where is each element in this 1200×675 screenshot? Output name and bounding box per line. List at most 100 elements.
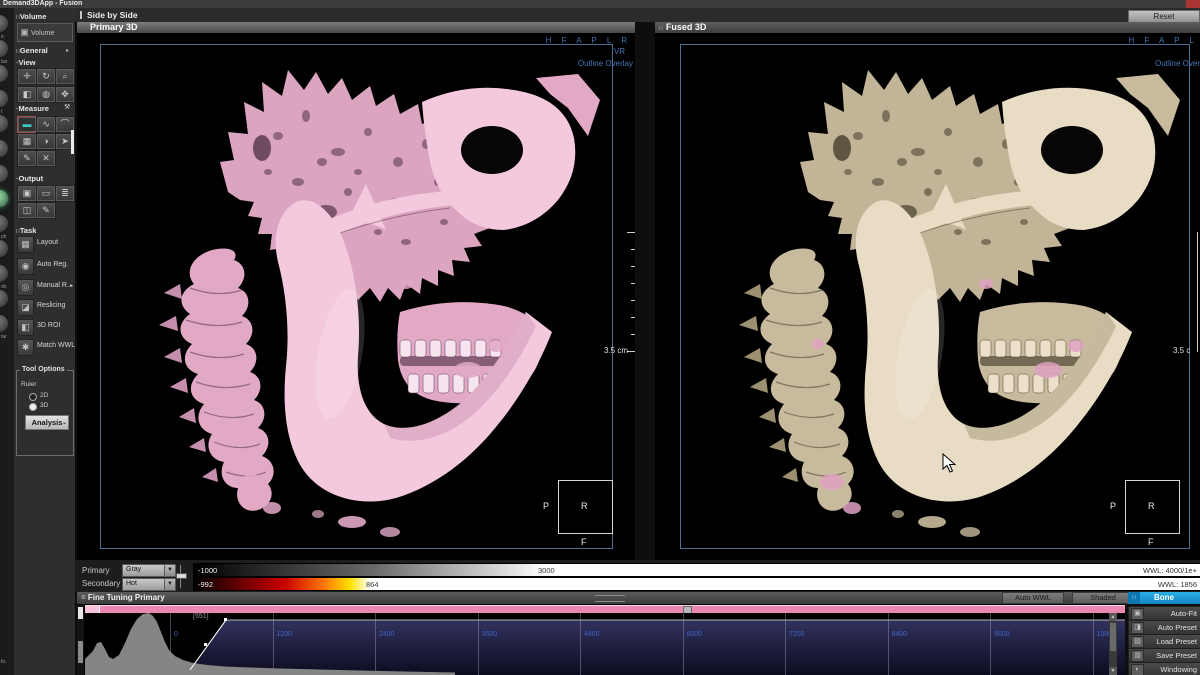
scale-ruler [1197,232,1198,352]
primary-render-area[interactable]: H F A P L R VR Outline Overlay 3.5 cm P … [77,33,635,560]
primary-colormap-select[interactable]: Gray [122,564,167,577]
task-item-match-wwl[interactable]: ✱ Match WWL [16,338,73,357]
orientation-p: P [1110,501,1116,511]
task-section-header: Task [16,226,36,235]
volume-button[interactable]: ▣Volume [17,23,73,42]
header-grip-icon: ∷ [659,26,663,32]
toolbar-round-icon[interactable] [0,290,8,307]
strip-label-fragment: tar [1,334,7,340]
orientation-r: R [1148,501,1155,511]
submenu-arrow-icon: ▸ [70,282,73,289]
fused-3d-viewport: ∷Fused 3D H F A P L Outline Over 3.5 c P… [655,22,1200,560]
auto-preset-button[interactable]: ◨ Auto Preset [1128,620,1200,635]
radio-3d[interactable] [29,403,37,411]
windowing-button[interactable]: ◐ Windowing [1128,662,1200,675]
secondary-window-mid: 864 [366,580,379,589]
scroll-thumb[interactable] [1110,623,1116,651]
analysis-button[interactable]: Analysis ⌄ [25,415,69,430]
blend-slider-handle[interactable] [176,573,187,579]
ruler-tick [627,232,635,233]
orientation-p: P [543,501,549,511]
primary-skull-render [100,44,613,549]
shaded-button[interactable]: Shaded [1072,592,1134,604]
task-item-manual-reg[interactable]: ◎ Manual R... ▸ [16,278,73,297]
task-item-3d-roi[interactable]: ◧ 3D ROI [16,318,73,337]
toolbar-round-icon[interactable] [0,165,8,182]
task-item-reslicing[interactable]: ◪ Reslicing [16,298,73,317]
primary-3d-viewport: Primary 3D H F A P L R VR Outline Overla… [77,22,635,560]
primary-window-bar[interactable]: -1000 3000 WWL: 4000/1e+ [193,563,1200,577]
curve-measure-icon[interactable]: ∿ [36,116,56,133]
secondary-colormap-select[interactable]: Hot [122,578,167,591]
histogram-scrollbar[interactable]: ▲ ▼ [1109,613,1117,675]
zoom-icon[interactable]: ⌕ [55,68,75,85]
load-preset-icon: ▤ [1131,636,1144,648]
strip-label-fragment: t [1,109,2,115]
scroll-up-icon[interactable]: ▲ [1109,613,1117,621]
scroll-down-icon[interactable]: ▼ [1109,667,1117,675]
draw-icon[interactable]: ✎ [36,202,56,219]
toolbar-round-icon[interactable] [0,240,8,257]
ruler-measure-icon[interactable]: ▬ [17,116,37,133]
save-preset-button[interactable]: ▥ Save Preset [1128,648,1200,663]
fine-tuning-panel: Fine Tuning Primary [77,592,1125,675]
capture-icon[interactable]: ▣ [17,185,37,202]
scroll-thumb[interactable] [78,607,83,619]
spin-icon[interactable]: ◍ [36,86,56,103]
close-icon[interactable] [1186,0,1200,8]
primary-select-arrow-icon[interactable]: ▼ [164,564,176,577]
general-expander-icon[interactable]: ▸ [66,47,69,54]
auto-reg-icon: ◉ [17,258,34,275]
export-icon[interactable]: ◫ [17,202,37,219]
pan-icon[interactable]: ✛ [17,68,37,85]
ruler-tick [631,317,635,318]
tool-options-panel: Tool Options Ruler 2D 3D Analysis ⌄ [16,370,74,456]
orientation-r: R [581,501,588,511]
toolbar-round-icon[interactable] [0,215,8,232]
panel-grip[interactable] [595,595,625,602]
annotate-icon[interactable]: ✎ [17,150,37,167]
area-measure-icon[interactable]: ▦ [17,133,37,150]
window-level-icon[interactable]: ◧ [17,86,37,103]
toolbar-round-icon[interactable] [0,90,8,107]
toolbar-round-icon[interactable] [0,65,8,82]
secondary-select-arrow-icon[interactable]: ▼ [164,578,176,591]
toolbar-round-icon[interactable] [0,265,8,282]
left-scrollbar[interactable] [77,605,84,675]
fused-render-area[interactable]: H F A P L Outline Over 3.5 c P R F [655,33,1200,560]
bone-preset-button[interactable]: ∷ Bone [1128,592,1200,604]
auto-wwl-button[interactable]: Auto WWL [1002,592,1064,604]
task-item-auto-reg[interactable]: ◉ Auto Reg. [16,257,73,276]
histogram-area[interactable]: [551] 0120024003600480060007200840096001… [85,613,1125,675]
toolbar-round-icon[interactable] [0,40,8,57]
secondary-wwl-readout: WWL: 1856 [1158,580,1197,589]
wrench-icon[interactable]: ⚒ [64,103,70,111]
orientation-f: F [1148,537,1154,547]
histogram-curve [85,613,1125,675]
toolbar-round-icon[interactable] [0,140,8,157]
toolbar-round-icon-active[interactable] [0,190,8,207]
strip-label-fragment: las [1,59,7,65]
rotate-3d-icon[interactable]: ↻ [36,68,56,85]
radio-2d[interactable] [29,393,37,401]
scale-label: 3.5 cm [604,346,628,355]
delete-measure-icon[interactable]: ✕ [36,150,56,167]
circle-measure-icon[interactable]: ◑ [36,133,56,150]
chevron-down-icon: ⌄ [62,417,67,430]
save-preset-icon: ▥ [1131,650,1144,662]
measure-section-header: Measure [16,104,49,113]
load-preset-button[interactable]: ▤ Load Preset [1128,634,1200,649]
sidebar-scrollbar[interactable] [71,130,74,154]
fine-tuning-header[interactable]: Fine Tuning Primary [77,592,1125,604]
auto-fit-button[interactable]: ▣ Auto-Fit [1128,606,1200,621]
toolbar-round-icon[interactable] [0,15,8,32]
film-icon[interactable]: ≣ [55,185,75,202]
copy-frame-icon[interactable]: ▭ [36,185,56,202]
scroll-thumb[interactable] [78,641,83,663]
toolbar-round-icon[interactable] [0,115,8,132]
secondary-window-bar[interactable]: -992 864 WWL: 1856 [193,577,1200,591]
grab-icon[interactable]: ✥ [55,86,75,103]
toolbar-round-icon[interactable] [0,315,8,332]
task-item-layout[interactable]: ▦ Layout [16,235,73,254]
secondary-window-min: -992 [198,580,213,589]
